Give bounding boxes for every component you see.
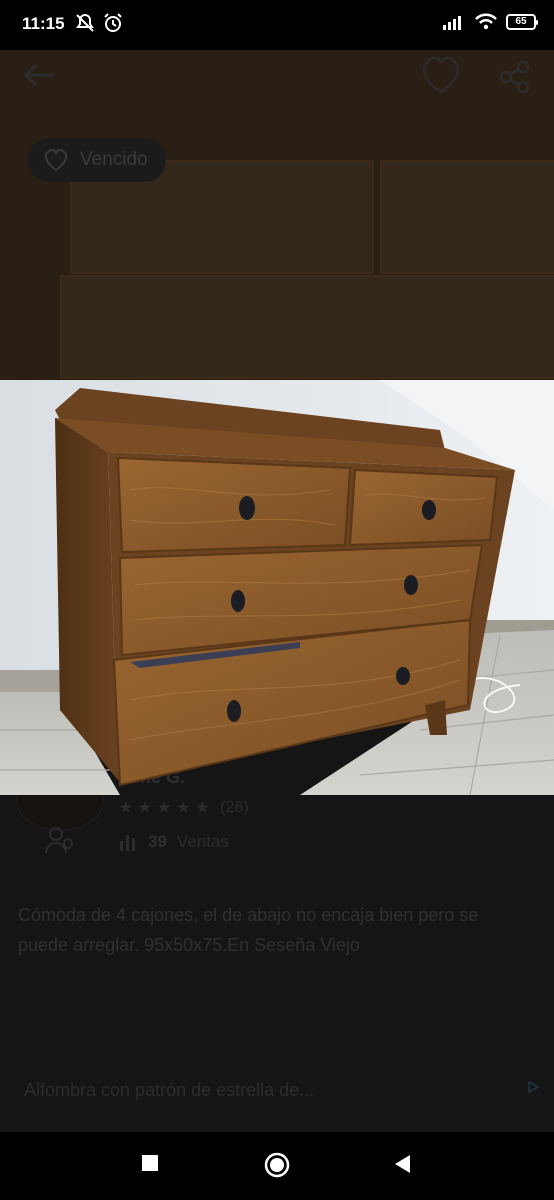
star-icon: ★ xyxy=(137,798,153,817)
ad-choices-icon[interactable] xyxy=(526,1080,540,1094)
sales-count: 39 xyxy=(148,832,167,851)
sales-label: Ventas xyxy=(176,832,229,851)
bar-chart-icon xyxy=(120,835,135,851)
status-time: 11:15 xyxy=(22,14,65,33)
alarm-icon xyxy=(104,13,122,32)
status-badge-label: Vencido xyxy=(80,149,148,170)
status-bar: 11:15 65 xyxy=(0,0,554,50)
back-button[interactable] xyxy=(393,1154,411,1174)
seller-rating: ★ ★ ★ ★ ★ (26) xyxy=(118,798,249,818)
home-button[interactable] xyxy=(264,1152,290,1178)
listing-description: Cómoda de 4 cajones, el de abajo no enca… xyxy=(18,905,479,955)
dresser-photo xyxy=(0,380,554,795)
star-icon: ★ xyxy=(156,798,172,817)
signal-icon xyxy=(443,16,461,30)
star-icon: ★ xyxy=(195,798,211,817)
recent-apps-button[interactable] xyxy=(141,1154,159,1172)
status-badge: Vencido xyxy=(28,138,166,182)
expired-heart-icon xyxy=(44,149,68,172)
share-icon[interactable] xyxy=(498,60,532,94)
follow-user-icon[interactable] xyxy=(44,825,76,855)
rating-count: (26) xyxy=(220,799,249,816)
star-icon: ★ xyxy=(175,798,191,817)
battery-indicator: 65 xyxy=(506,14,538,30)
star-icon: ★ xyxy=(118,798,134,817)
seller-sales: 39 Ventas xyxy=(118,832,229,852)
mute-icon xyxy=(76,13,94,32)
wifi-icon xyxy=(475,13,497,30)
back-arrow-icon[interactable] xyxy=(22,62,56,88)
system-nav-bar xyxy=(0,1132,554,1200)
ad-text[interactable]: Alfombra con patrón de estrella de... xyxy=(24,1080,314,1101)
favorite-heart-icon[interactable] xyxy=(418,54,464,96)
photo-viewer-image[interactable] xyxy=(0,380,554,795)
